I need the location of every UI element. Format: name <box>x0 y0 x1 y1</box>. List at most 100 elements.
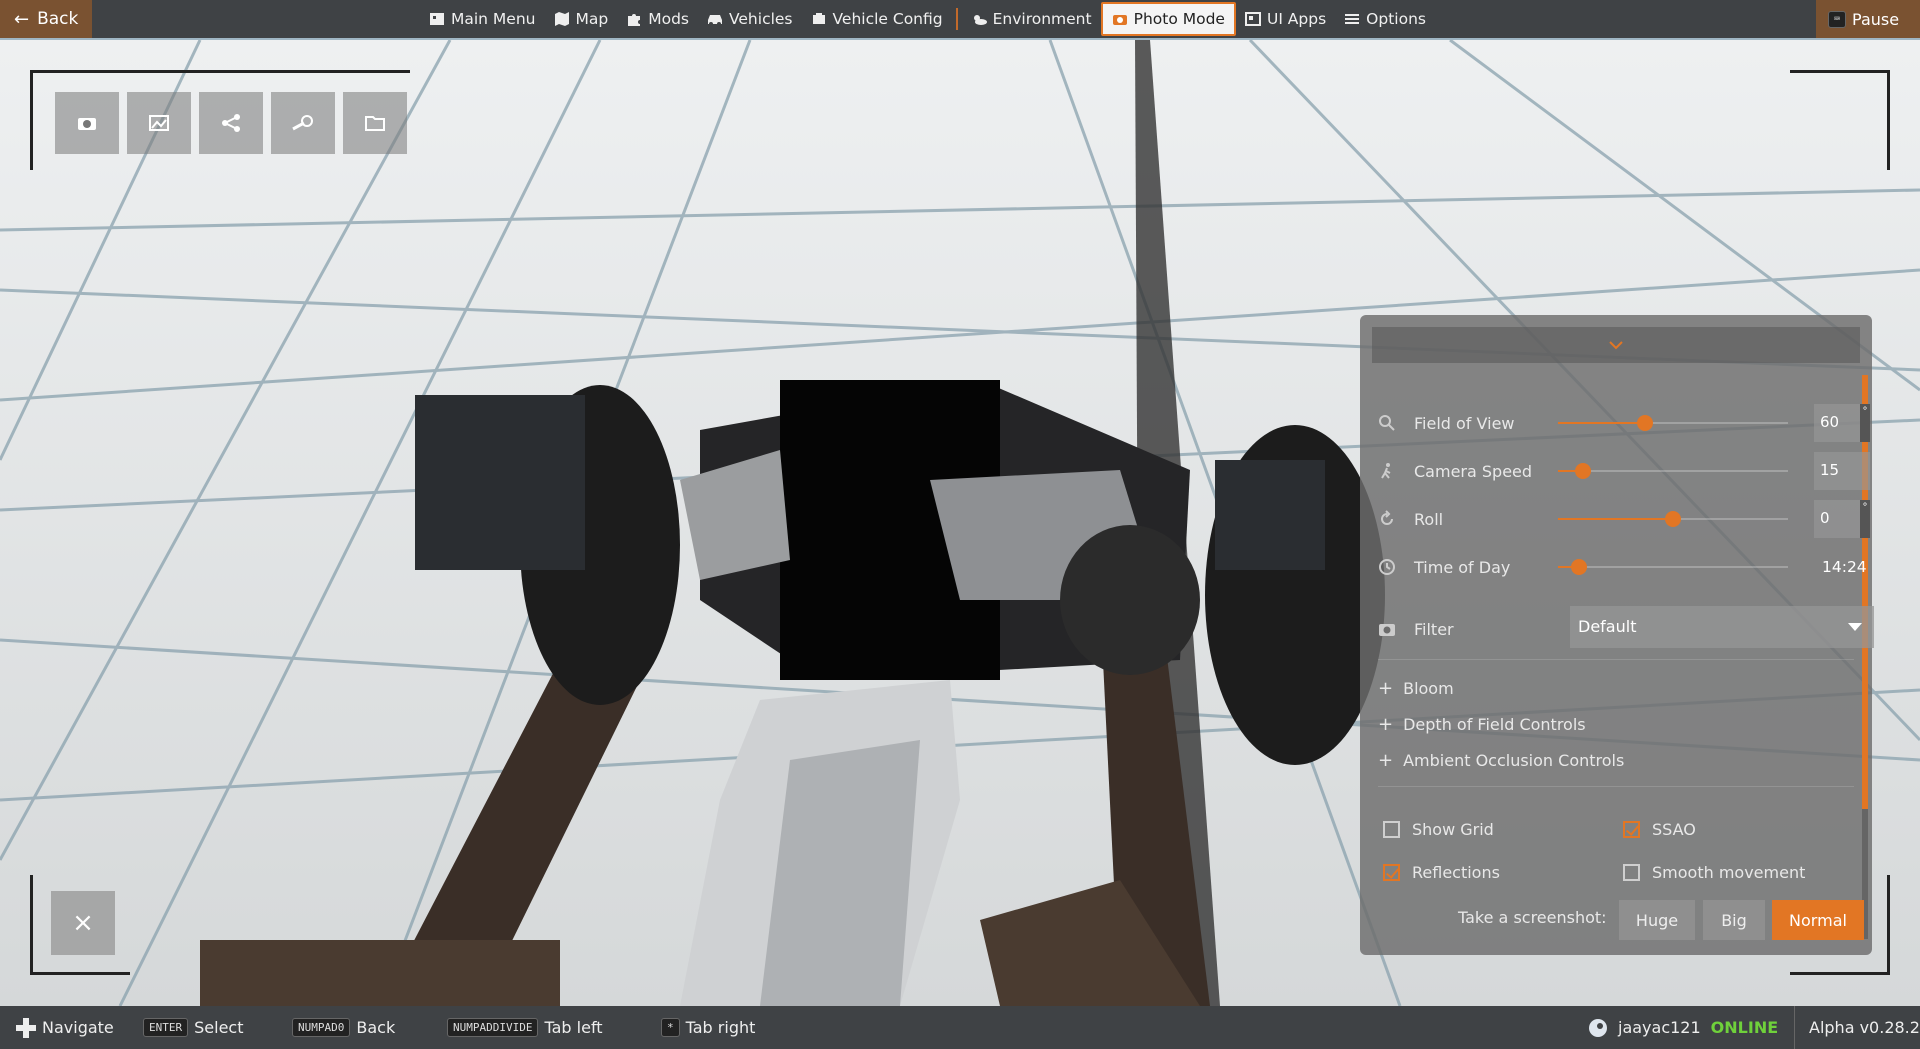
main-nav: Main Menu Map Mods Vehicles Vehicle Conf… <box>420 0 1435 38</box>
close-icon: × <box>72 908 94 938</box>
hint-label: Select <box>194 1018 244 1037</box>
screenshot-label: Take a screenshot: <box>1458 908 1607 927</box>
engine-icon <box>812 13 825 24</box>
slider-knob[interactable] <box>1575 463 1592 479</box>
filter-value: Default <box>1578 617 1637 636</box>
roll-value: 0 <box>1820 509 1830 527</box>
top-menu-bar: ← Back Main Menu Map Mods Vehicles Vehic… <box>0 0 1920 40</box>
roll-slider[interactable] <box>1558 511 1788 527</box>
menu-environment[interactable]: Environment <box>962 2 1101 36</box>
screenshot-normal-button[interactable]: Normal <box>1772 900 1864 940</box>
camera-speed-input[interactable]: 15 <box>1814 452 1870 490</box>
menu-label: Options <box>1366 10 1426 28</box>
toggle-frame-button[interactable] <box>127 92 191 154</box>
button-label: Huge <box>1635 910 1679 930</box>
camera-speed-row: Camera Speed 15 <box>1378 452 1870 490</box>
hint-tab-left: NUMPADDIVIDE Tab left <box>447 1006 603 1049</box>
hint-back: NUMPAD0 Back <box>292 1006 395 1049</box>
fov-value: 60 <box>1820 413 1840 431</box>
camera-speed-slider[interactable] <box>1558 463 1788 479</box>
close-photo-mode-button[interactable]: × <box>51 891 115 955</box>
divider <box>1378 659 1854 660</box>
smooth-movement-checkbox[interactable]: Smooth movement <box>1623 863 1805 882</box>
menu-main-menu[interactable]: Main Menu <box>420 2 545 36</box>
camera-speed-label: Camera Speed <box>1414 461 1533 481</box>
time-of-day-slider[interactable] <box>1558 559 1788 575</box>
camera-icon <box>1112 15 1127 25</box>
panel-collapse-bar[interactable] <box>1372 327 1860 363</box>
checkbox-box[interactable] <box>1383 821 1400 838</box>
user-status[interactable]: jaayac121 ONLINE <box>1588 1006 1778 1049</box>
map-icon <box>554 12 569 26</box>
walk-icon <box>1381 463 1391 479</box>
plus-icon: + <box>1378 750 1394 771</box>
puzzle-icon <box>628 14 641 26</box>
chevron-down-icon <box>1609 341 1623 350</box>
menu-vehicle-config[interactable]: Vehicle Config <box>802 2 952 36</box>
ambient-occlusion-expander[interactable]: + Ambient Occlusion Controls <box>1378 750 1624 771</box>
menu-ui-apps[interactable]: UI Apps <box>1236 2 1335 36</box>
frame-corner-top-right <box>1790 70 1890 170</box>
steam-icon <box>1589 1018 1607 1037</box>
hint-label: Tab left <box>544 1018 603 1037</box>
menu-label: Vehicles <box>729 10 793 28</box>
menu-map[interactable]: Map <box>545 2 618 36</box>
caret-down-icon <box>1848 623 1862 631</box>
fov-row: Field of View 60 ° <box>1378 404 1870 442</box>
slider-knob[interactable] <box>1570 559 1587 575</box>
hint-navigate: Navigate <box>16 1006 114 1049</box>
roll-input[interactable]: 0 ° <box>1814 500 1870 538</box>
main-menu-icon <box>430 13 444 25</box>
fov-input[interactable]: 60 ° <box>1814 404 1870 442</box>
bloom-expander[interactable]: + Bloom <box>1378 678 1454 699</box>
arrow-left-icon: ← <box>14 8 30 30</box>
menu-options[interactable]: Options <box>1335 2 1435 36</box>
filter-dropdown[interactable]: Default <box>1570 606 1874 648</box>
dpad-icon <box>16 1017 36 1038</box>
folder-icon <box>365 116 385 131</box>
pause-button[interactable]: ⌨ Pause <box>1816 0 1920 38</box>
button-label: Big <box>1721 910 1747 930</box>
car-icon <box>708 15 722 26</box>
slider-knob[interactable] <box>1665 511 1681 527</box>
hint-tab-right: * Tab right <box>661 1006 755 1049</box>
photo-tools <box>55 92 407 154</box>
zoom-icon <box>1379 415 1395 431</box>
slider-knob[interactable] <box>1637 415 1654 431</box>
screenshot-big-button[interactable]: Big <box>1703 900 1765 940</box>
menu-label: Vehicle Config <box>832 10 943 28</box>
hint-label: Navigate <box>42 1018 114 1037</box>
fov-slider[interactable] <box>1558 415 1788 431</box>
key-badge: NUMPAD0 <box>292 1018 351 1037</box>
steam-upload-button[interactable] <box>271 92 335 154</box>
depth-of-field-expander[interactable]: + Depth of Field Controls <box>1378 714 1586 735</box>
bottom-hint-bar: Navigate ENTER Select NUMPAD0 Back NUMPA… <box>0 1006 1920 1049</box>
camera-speed-value: 15 <box>1820 461 1840 479</box>
username: jaayac121 <box>1618 1018 1701 1037</box>
hint-label: Tab right <box>685 1018 756 1037</box>
back-button[interactable]: ← Back <box>0 0 92 38</box>
reflections-checkbox[interactable]: Reflections <box>1383 863 1500 882</box>
hint-label: Back <box>356 1018 396 1037</box>
button-label: Normal <box>1789 910 1847 930</box>
menu-label: UI Apps <box>1266 10 1327 28</box>
menu-mods[interactable]: Mods <box>617 2 698 36</box>
weather-icon <box>973 15 987 25</box>
menu-photo-mode[interactable]: Photo Mode <box>1100 2 1236 36</box>
screenshot-huge-button[interactable]: Huge <box>1619 900 1695 940</box>
checkbox-box[interactable] <box>1623 864 1640 881</box>
open-folder-button[interactable] <box>343 92 407 154</box>
checkbox-box[interactable] <box>1623 821 1640 838</box>
plus-icon: + <box>1378 678 1394 699</box>
checkbox-box[interactable] <box>1383 864 1400 881</box>
take-photo-button[interactable] <box>55 92 119 154</box>
key-badge: NUMPADDIVIDE <box>447 1018 539 1037</box>
time-of-day-label: Time of Day <box>1414 557 1511 577</box>
hint-select: ENTER Select <box>143 1006 243 1049</box>
share-button[interactable] <box>199 92 263 154</box>
show-grid-checkbox[interactable]: Show Grid <box>1383 820 1494 839</box>
menu-label: Photo Mode <box>1133 10 1225 28</box>
ssao-checkbox[interactable]: SSAO <box>1623 820 1696 839</box>
menu-separator <box>955 8 958 30</box>
menu-vehicles[interactable]: Vehicles <box>698 2 802 36</box>
